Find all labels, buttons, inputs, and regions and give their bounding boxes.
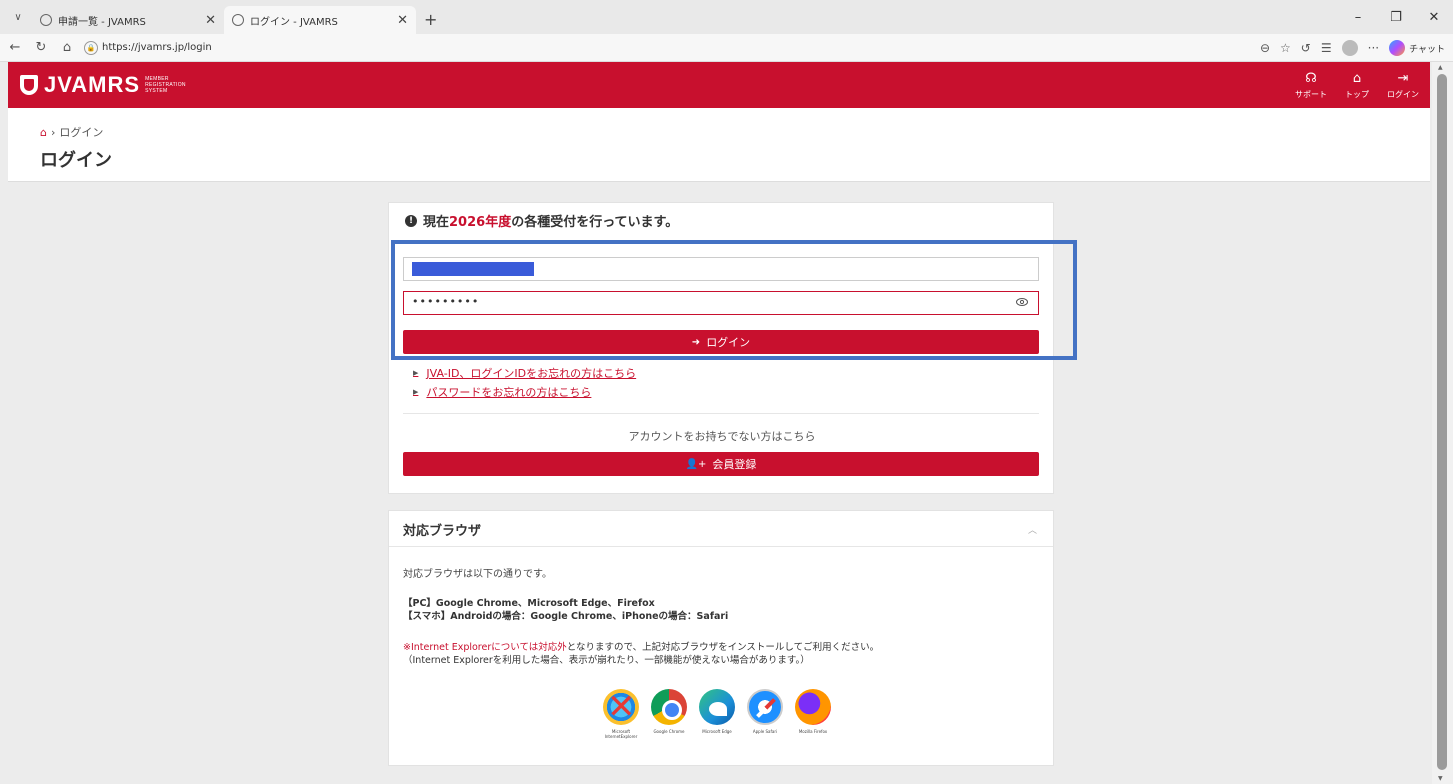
ie-icon [603,687,639,727]
copilot-icon [1389,40,1406,56]
browser-firefox: Mozilla Firefox [791,689,835,739]
browser-tabbar: ∨ 申請一覧 - JVAMRS ✕ ログイン - JVAMRS ✕ + – ❐ … [0,0,1453,34]
login-icon: ⇥ [1397,70,1409,86]
chrome-icon [651,689,687,725]
ie-unsupported-note: ※Internet Explorerについては対応外 [403,642,567,653]
info-circle-icon: ! [405,214,417,227]
headset-icon: ☊ [1305,70,1317,86]
tab-title: 申請一覧 - JVAMRS [58,16,146,28]
browser-toolbar-right: ⊖ ☆ ↺ ☰ ··· チャット [1260,34,1445,62]
browser-tab-applications[interactable]: 申請一覧 - JVAMRS ✕ [32,6,224,34]
scroll-down-arrow-icon[interactable]: ▼ [1438,775,1443,782]
more-menu-icon[interactable]: ··· [1368,41,1379,55]
tab-close-icon[interactable]: ✕ [397,13,408,28]
chat-label: チャット [1409,44,1445,55]
reload-icon[interactable]: ↻ [30,40,52,55]
support-pc: 【PC】Google Chrome、Microsoft Edge、Firefox [403,598,655,609]
firefox-icon [795,689,831,725]
triangle-bullet-icon: ▶ [413,369,419,377]
url-field[interactable]: 🔒 https://jvamrs.jp/login [84,40,212,55]
address-bar-row: ← ↻ ⌂ 🔒 https://jvamrs.jp/login ⊖ ☆ ↺ ☰ … [0,34,1453,62]
browser-tab-login[interactable]: ログイン - JVAMRS ✕ [224,6,416,34]
notice-year: 2026年度 [449,215,512,230]
favorite-star-icon[interactable]: ☆ [1280,41,1291,55]
nav-top[interactable]: ⌂ トップ [1340,71,1374,100]
highlight-annotation-box [391,240,1077,360]
url-text: https://jvamrs.jp/login [102,42,212,53]
window-close-icon[interactable]: ✕ [1415,10,1453,25]
page-scrollbar[interactable]: ▲ ▼ [1432,62,1453,784]
site-logo[interactable]: JVAMRS MEMBER REGISTRATION SYSTEM [20,72,186,98]
safari-icon [747,689,783,725]
breadcrumb-current: ログイン [59,126,104,139]
supported-browsers-card: 対応ブラウザ ︿ 対応ブラウザは以下の通りです。 【PC】Google Chro… [388,510,1054,766]
breadcrumb-separator: › [50,125,56,139]
jva-shield-icon [20,75,38,95]
restore-icon[interactable]: ❐ [1377,10,1415,25]
no-account-text: アカウントをお持ちでない方はこちら [628,430,816,443]
page-title: ログイン [40,150,112,171]
site-favicon-icon [40,14,52,26]
triangle-bullet-icon: ▶ [413,388,419,396]
scroll-up-arrow-icon[interactable]: ▲ [1438,64,1443,71]
nav-support[interactable]: ☊ サポート [1294,71,1328,100]
breadcrumb: ⌂ › ログイン [40,124,103,140]
forgot-id-link[interactable]: ▶ JVA-ID、ログインIDをお忘れの方はこちら [413,365,636,381]
header-nav: ☊ サポート ⌂ トップ ⇥ ログイン [1294,62,1420,108]
supported-browsers-title: 対応ブラウザ [403,524,482,539]
favorites-list-icon[interactable]: ☰ [1321,41,1332,55]
register-button-label: 会員登録 [712,458,757,471]
ie-note-detail: （Internet Explorerを利用した場合、表示が崩れたり、一部機能が使… [403,655,810,666]
read-aloud-icon[interactable]: ⊖ [1260,41,1270,55]
reception-notice: ! 現在 2026年度 の各種受付を行っています。 [405,211,678,230]
support-smartphone: 【スマホ】Androidの場合：Google Chrome、iPhoneの場合：… [403,611,729,622]
nav-login[interactable]: ⇥ ログイン [1386,71,1420,100]
divider [403,413,1039,414]
brand-subtitle: MEMBER REGISTRATION SYSTEM [145,76,186,94]
back-arrow-icon[interactable]: ← [4,40,26,55]
copilot-chat-button[interactable]: チャット [1389,40,1445,56]
browser-icons: Microsoft InternetExplorer Google Chrome… [599,687,835,739]
refresh-shield-icon[interactable]: ↺ [1301,41,1311,55]
site-favicon-icon [232,14,244,26]
lock-icon: 🔒 [84,40,98,55]
chevron-up-icon[interactable]: ︿ [1028,523,1037,536]
support-note: ※Internet Explorerについては対応外となりますので、上記対応ブラ… [403,642,880,666]
browser-chrome: Google Chrome [647,689,691,739]
tab-list-chevron-icon[interactable]: ∨ [4,3,32,31]
browser-edge: Microsoft Edge [695,689,739,739]
tab-title: ログイン - JVAMRS [250,16,338,28]
minimize-icon[interactable]: – [1339,10,1377,25]
site-header: JVAMRS MEMBER REGISTRATION SYSTEM ☊ サポート… [8,62,1430,108]
window-controls: – ❐ ✕ [1339,0,1453,34]
tab-close-icon[interactable]: ✕ [205,13,216,28]
breadcrumb-home-icon[interactable]: ⌂ [40,126,47,139]
profile-avatar[interactable] [1341,40,1358,56]
forgot-password-link[interactable]: ▶ パスワードをお忘れの方はこちら [413,384,591,400]
register-button[interactable]: 👤+ 会員登録 [403,452,1039,476]
support-intro: 対応ブラウザは以下の通りです。 [403,569,552,580]
scroll-thumb[interactable] [1437,74,1447,770]
browser-ie: Microsoft InternetExplorer [599,687,643,739]
home-icon: ⌂ [1352,70,1362,86]
edge-icon [699,689,735,725]
support-list: 【PC】Google Chrome、Microsoft Edge、Firefox… [403,597,728,623]
home-button-icon[interactable]: ⌂ [56,40,78,55]
add-user-icon: 👤+ [685,458,707,470]
page-title-area: ⌂ › ログイン ログイン [8,108,1430,182]
supported-browsers-header[interactable]: 対応ブラウザ ︿ [389,511,1053,547]
brand-name: JVAMRS [44,72,141,97]
new-tab-plus-icon[interactable]: + [424,10,437,29]
browser-safari: Apple Safari [743,689,787,739]
